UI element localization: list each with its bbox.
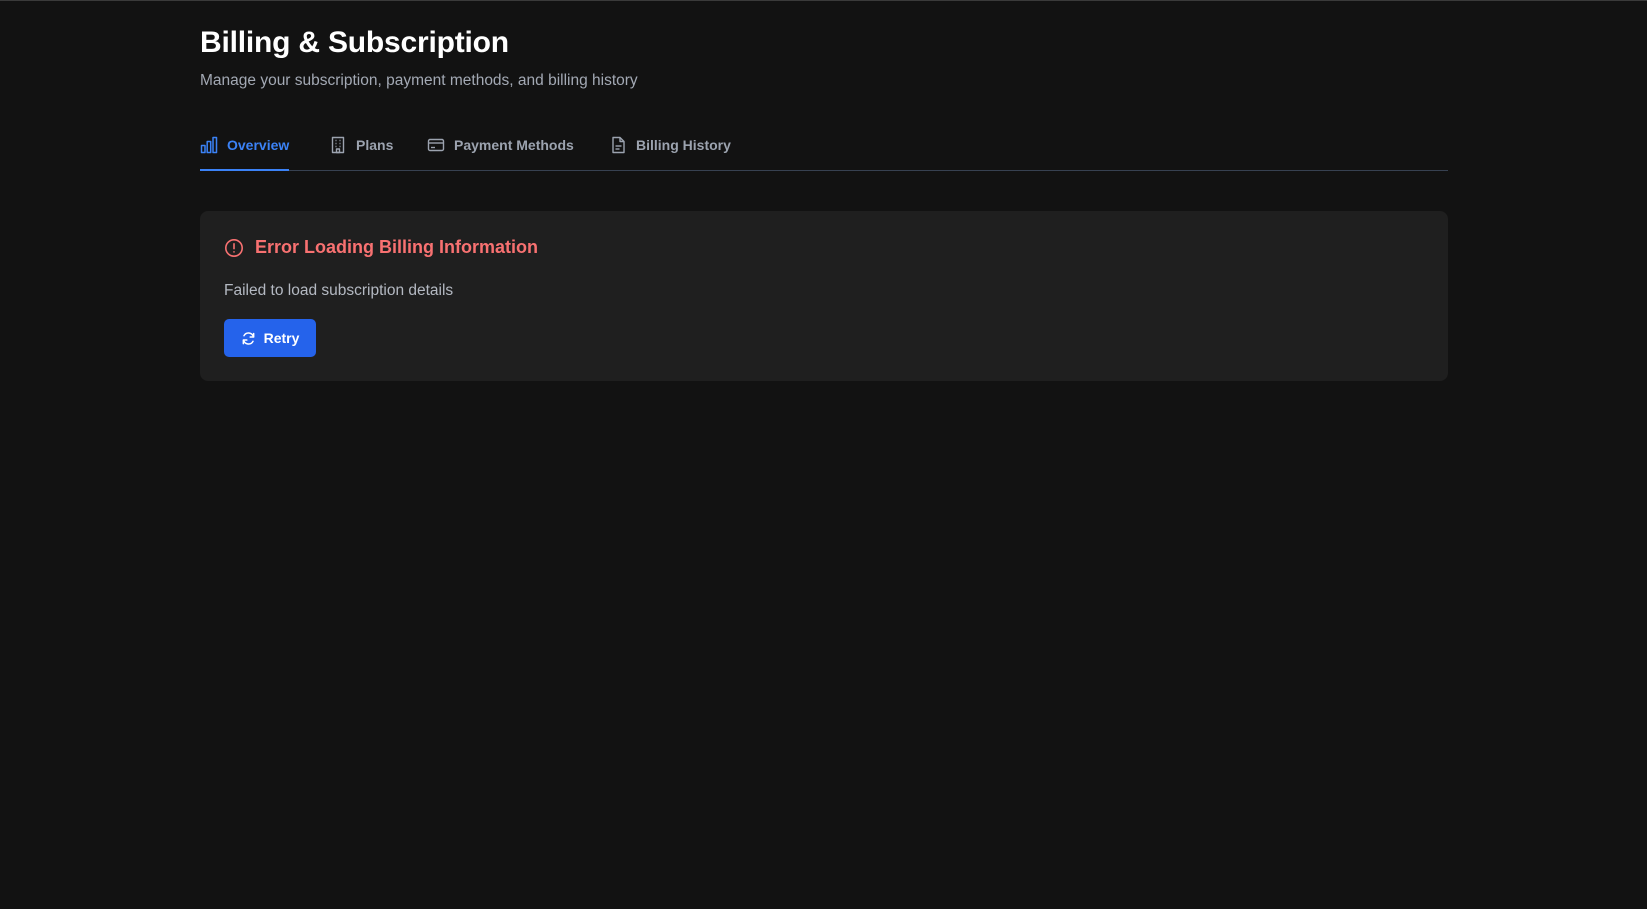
error-title: Error Loading Billing Information — [255, 237, 538, 257]
tab-overview-label: Overview — [227, 136, 290, 153]
building-icon — [329, 136, 347, 154]
retry-button[interactable]: Retry — [224, 319, 316, 357]
tab-billing-history[interactable]: Billing History — [609, 119, 731, 170]
error-heading: Error Loading Billing Information — [224, 237, 538, 258]
tab-payment-methods-label: Payment Methods — [454, 136, 574, 153]
page-subtitle: Manage your subscription, payment method… — [200, 72, 638, 89]
tab-billing-history-label: Billing History — [636, 136, 731, 153]
tab-overview[interactable]: Overview — [200, 119, 290, 171]
tab-payment-methods[interactable]: Payment Methods — [427, 119, 574, 170]
page-title: Billing & Subscription — [200, 26, 509, 59]
retry-button-label: Retry — [263, 330, 300, 346]
error-card: Error Loading Billing Information Failed… — [200, 211, 1448, 381]
refresh-icon — [241, 331, 256, 346]
bar-chart-icon — [200, 136, 218, 154]
error-message: Failed to load subscription details — [224, 282, 454, 299]
top-border — [0, 0, 1647, 1]
alert-circle-icon — [224, 238, 244, 258]
credit-card-icon — [427, 136, 445, 154]
tab-plans[interactable]: Plans — [329, 119, 393, 170]
tab-bar: Overview Plans Payment Methods Billing H… — [200, 119, 1448, 171]
file-text-icon — [609, 136, 627, 154]
tab-plans-label: Plans — [356, 136, 394, 153]
